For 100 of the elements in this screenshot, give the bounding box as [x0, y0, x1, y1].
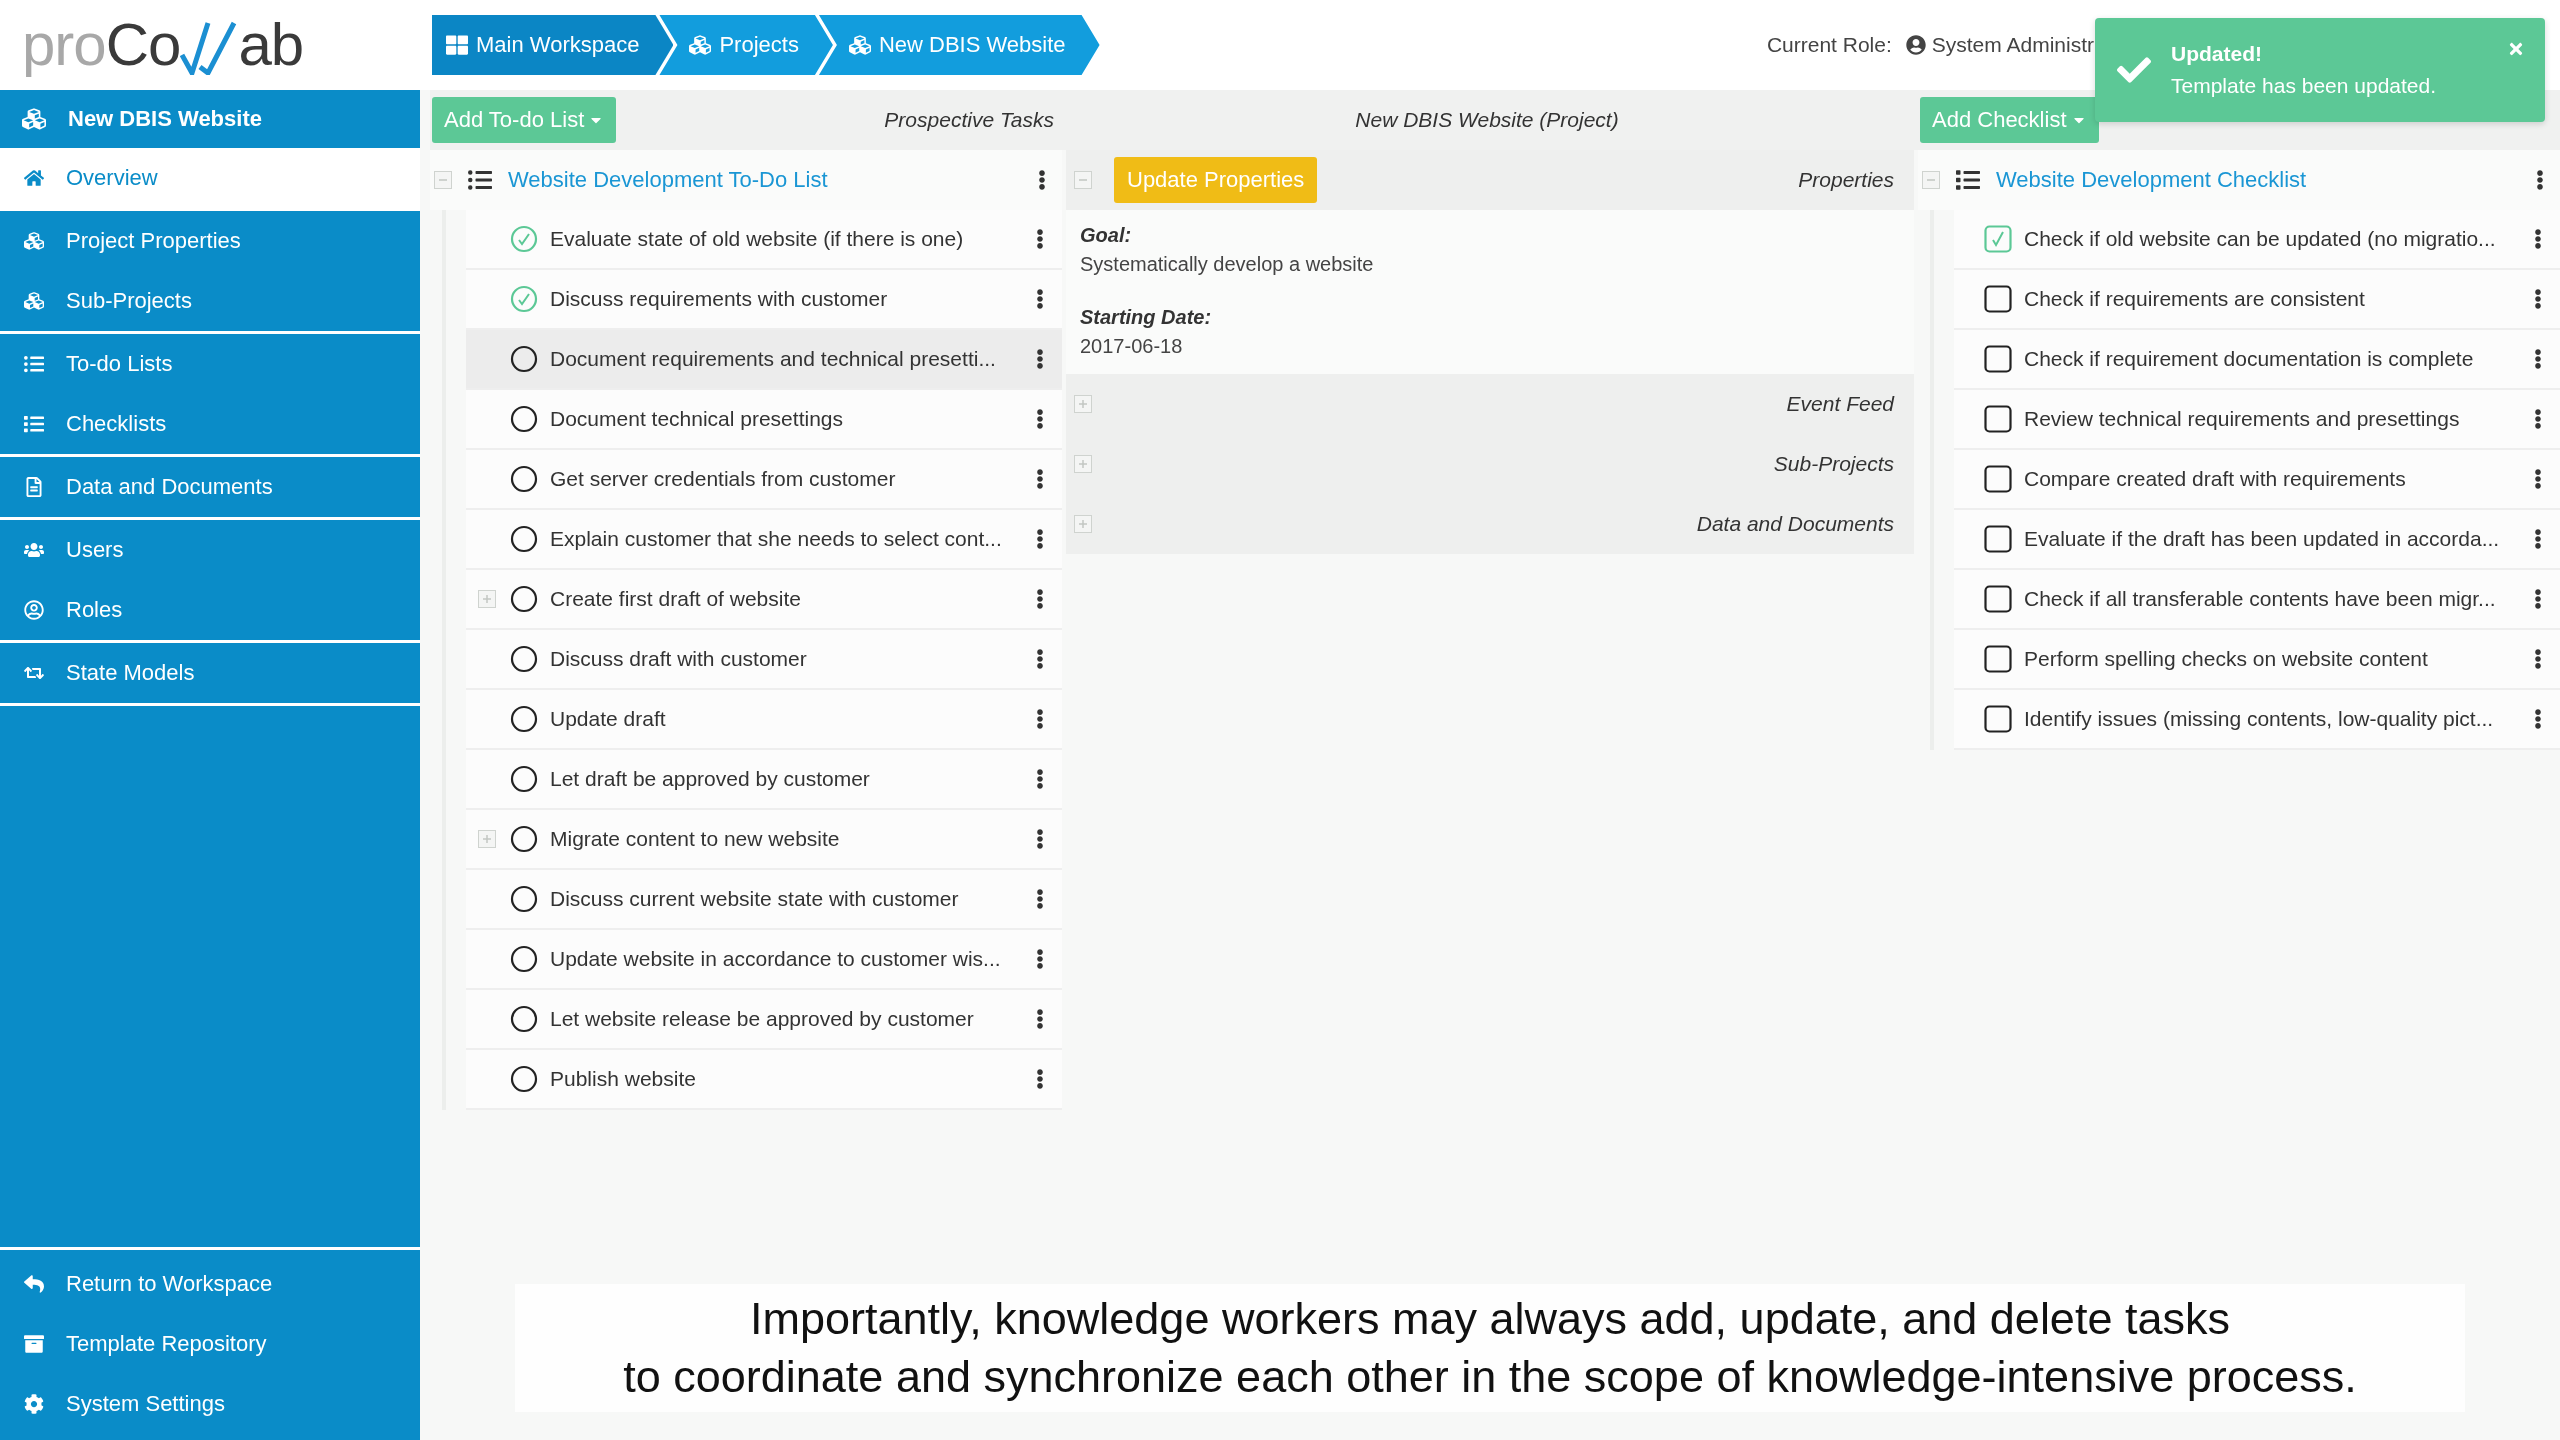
cubes-icon: [848, 34, 871, 56]
expand-toggle[interactable]: [1074, 395, 1092, 413]
checkbox[interactable]: [1984, 585, 2012, 613]
collapse-toggle[interactable]: [1074, 171, 1092, 189]
project-title: New DBIS Website: [68, 106, 262, 132]
task-label: Publish website: [550, 1067, 697, 1091]
plus-icon: [481, 833, 493, 845]
field-value: 2017-06-18: [1080, 335, 1184, 358]
open-circle-icon[interactable]: [510, 525, 538, 553]
task-row[interactable]: Document requirements and technical presetti...: [466, 330, 1062, 390]
task-label: Discuss draft with customer: [550, 647, 808, 671]
checkbox[interactable]: [1984, 645, 2012, 673]
task-row[interactable]: Discuss requirements with customer: [466, 270, 1062, 330]
task-label: Let website release be approved by customer: [550, 1007, 975, 1031]
open-circle-icon[interactable]: [510, 825, 538, 853]
toast-message: Template has been updated.: [2171, 74, 2438, 98]
list-icon: [24, 354, 44, 374]
task-row[interactable]: Update website in accordance to customer wis...: [466, 930, 1062, 990]
task-label: Update website in accordance to customer wis...: [550, 947, 1002, 971]
task-label: Evaluate state of old website (if there is one): [550, 227, 965, 251]
open-circle-icon[interactable]: [510, 645, 538, 673]
checkbox[interactable]: [1984, 285, 2012, 313]
breadcrumb-link[interactable]: New DBIS Website: [818, 15, 1100, 75]
check-item-label: Check if all transferable contents have been migr...: [2024, 587, 2497, 611]
list-icon: [24, 414, 44, 434]
caption-line: to coordinate and synchronize each other in the scope of knowledge-intensive process.: [623, 1350, 2357, 1404]
checkbox[interactable]: [1984, 225, 2012, 253]
section-title: Sub-Projects: [1773, 452, 1894, 476]
checkbox[interactable]: [1984, 705, 2012, 733]
task-label: Discuss current website state with customer: [550, 887, 960, 911]
task-label: Update draft: [550, 707, 667, 731]
role-selector[interactable]: System Administr: [1905, 33, 2094, 57]
settings-icon: [24, 1394, 44, 1414]
task-label: Get server credentials from customer: [550, 467, 897, 491]
task-label: Create first draft of website: [550, 587, 802, 611]
reply-icon: [24, 1274, 44, 1294]
open-circle-icon[interactable]: [510, 765, 538, 793]
breadcrumb-link[interactable]: Projects: [659, 15, 833, 75]
task-label: Explain customer that she needs to select cont...: [550, 527, 1003, 551]
check-item-label: Check if old website can be updated (no migratio...: [2024, 227, 2497, 251]
list-icon: [1956, 168, 1980, 192]
task-row[interactable]: Explain customer that she needs to select cont...: [466, 510, 1062, 570]
task-row[interactable]: Get server credentials from customer: [466, 450, 1062, 510]
expand-toggle[interactable]: [478, 830, 496, 848]
expand-toggle[interactable]: [1074, 455, 1092, 473]
toast-title: Updated!: [2171, 42, 2263, 66]
caption-line: Importantly, knowledge workers may always add, update, and delete tasks: [750, 1292, 2230, 1346]
field-label: Starting Date:: [1080, 306, 1213, 329]
task-row[interactable]: Update draft: [466, 690, 1062, 750]
section-title: Data and Documents: [1696, 512, 1894, 536]
open-circle-icon[interactable]: [510, 405, 538, 433]
task-row[interactable]: Create first draft of website: [466, 570, 1062, 630]
column-heading: Prospective Tasks: [884, 108, 1054, 132]
plus-icon: [1077, 398, 1089, 410]
task-row[interactable]: Evaluate state of old website (if there is one): [466, 210, 1062, 270]
open-circle-icon[interactable]: [510, 945, 538, 973]
checkbox[interactable]: [1984, 405, 2012, 433]
task-row[interactable]: Publish website: [466, 1050, 1062, 1110]
task-label: Document technical presettings: [550, 407, 844, 431]
add-checklist-button[interactable]: Add Checklist: [1920, 97, 2099, 143]
task-label: Migrate content to new website: [550, 827, 841, 851]
grid-icon: [446, 34, 468, 56]
task-label: Document requirements and technical presetti...: [550, 347, 997, 371]
checkbox[interactable]: [1984, 525, 2012, 553]
open-circle-icon[interactable]: [510, 465, 538, 493]
check-item-label: Review technical requirements and presettings: [2024, 407, 2461, 431]
task-row[interactable]: Let website release be approved by customer: [466, 990, 1062, 1050]
check-item-label: Compare created draft with requirements: [2024, 467, 2407, 491]
task-row[interactable]: Let draft be approved by customer: [466, 750, 1062, 810]
open-circle-icon[interactable]: [510, 1065, 538, 1093]
open-circle-icon[interactable]: [510, 585, 538, 613]
open-circle-icon[interactable]: [510, 885, 538, 913]
task-row[interactable]: Discuss draft with customer: [466, 630, 1062, 690]
cubes-icon: [24, 291, 44, 311]
open-circle-icon[interactable]: [510, 345, 538, 373]
list-title-link[interactable]: Website Development Checklist: [1996, 167, 2514, 193]
sidebar-item[interactable]: Overview: [0, 148, 420, 208]
plus-icon: [1077, 518, 1089, 530]
plus-icon: [1077, 458, 1089, 470]
collapse-toggle[interactable]: [1922, 171, 1940, 189]
checkbox[interactable]: [1984, 345, 2012, 373]
section-title: Event Feed: [1786, 392, 1894, 416]
cubes-icon: [22, 107, 46, 131]
add-todo-list-button[interactable]: Add To-do List: [432, 97, 617, 143]
logo[interactable]: proCo ab: [22, 15, 304, 75]
open-circle-icon[interactable]: [510, 705, 538, 733]
breadcrumb-link[interactable]: Main Workspace: [432, 15, 674, 75]
section-title: Properties: [1798, 168, 1894, 192]
expand-toggle[interactable]: [478, 590, 496, 608]
checkbox[interactable]: [1984, 465, 2012, 493]
collapse-toggle[interactable]: [434, 171, 452, 189]
task-row[interactable]: Document technical presettings: [466, 390, 1062, 450]
open-circle-icon[interactable]: [510, 1005, 538, 1033]
field-value: Systematically develop a website: [1080, 253, 1375, 276]
task-row[interactable]: Migrate content to new website: [466, 810, 1062, 870]
check-item-label: Perform spelling checks on website content: [2024, 647, 2429, 671]
expand-toggle[interactable]: [1074, 515, 1092, 533]
task-row[interactable]: Discuss current website state with customer: [466, 870, 1062, 930]
list-title-link[interactable]: Website Development To-Do List: [508, 167, 1016, 193]
logo-check-icon: [180, 21, 239, 75]
